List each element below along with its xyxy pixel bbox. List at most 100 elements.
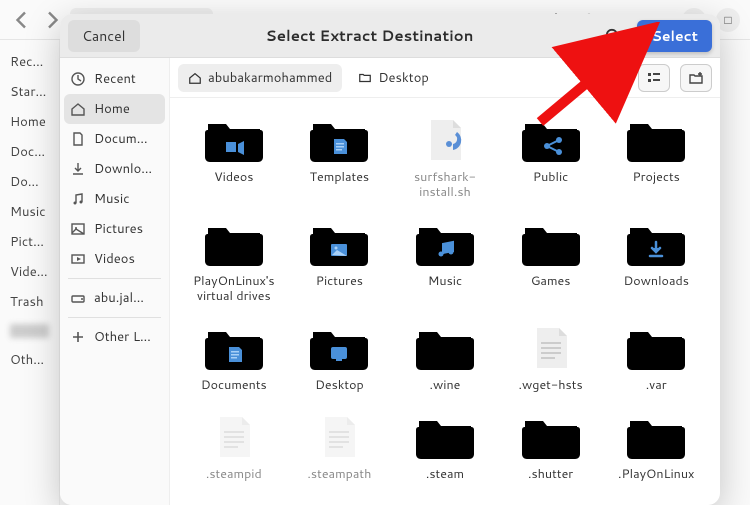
folder-icon [202, 114, 266, 166]
sidebar-item-music[interactable]: Music [60, 184, 169, 214]
folder-icon [202, 218, 266, 270]
folder-icon [307, 322, 371, 374]
item-label: Templates [310, 170, 370, 185]
grid-item[interactable]: .steam [397, 407, 493, 486]
item-label: .steam [426, 467, 464, 482]
search-icon[interactable] [599, 22, 627, 50]
item-label: Projects [632, 170, 679, 185]
folder-icon [202, 322, 266, 374]
item-label: Documents [201, 378, 267, 393]
bg-side-music[interactable]: Music [6, 198, 53, 226]
document-icon [70, 131, 86, 147]
bg-side-other[interactable]: Other Locations [6, 346, 53, 374]
file-faded-icon [202, 411, 266, 463]
folder-icon [624, 114, 688, 166]
dialog-header: Cancel Select Extract Destination Select [60, 14, 720, 58]
grid-item[interactable]: .steampid [186, 407, 282, 486]
grid-item[interactable]: Projects [608, 110, 704, 204]
folder-icon [519, 114, 583, 166]
home-icon [70, 101, 86, 117]
grid-item[interactable]: Videos [186, 110, 282, 204]
item-label: .wget-hsts [519, 378, 583, 393]
home-icon [188, 71, 202, 85]
sidebar-item-documents[interactable]: Docum… [60, 124, 169, 154]
clock-icon [70, 71, 86, 87]
item-label: Videos [214, 170, 253, 185]
item-label: surfshark-install.sh [401, 170, 489, 200]
back-button[interactable] [10, 8, 34, 32]
item-label: Downloads [623, 274, 688, 289]
folder-icon [624, 322, 688, 374]
bg-side-documents[interactable]: Documents [6, 138, 53, 166]
item-label: .wine [430, 378, 461, 393]
grid-item[interactable]: Downloads [608, 214, 704, 308]
bg-side-pictures[interactable]: Pictures [6, 228, 53, 256]
file-grid[interactable]: Videos Templates surfshark-install.sh Pu… [170, 98, 720, 505]
folder-icon [307, 218, 371, 270]
path-bar: abubakarmohammed Desktop [170, 58, 720, 98]
folder-icon [519, 218, 583, 270]
bg-side-downloads[interactable]: Downloads [6, 168, 53, 196]
grid-item[interactable]: Music [397, 214, 493, 308]
item-label: .steampath [307, 467, 371, 482]
grid-item[interactable]: .PlayOnLinux [608, 407, 704, 486]
grid-item[interactable]: .wget-hsts [503, 318, 599, 397]
sidebar-item-recent[interactable]: Recent [60, 64, 169, 94]
item-label: Pictures [316, 274, 363, 289]
dialog-main: abubakarmohammed Desktop Videos Template… [170, 58, 720, 505]
grid-item[interactable]: Templates [292, 110, 388, 204]
folder-icon [413, 411, 477, 463]
plus-icon [70, 329, 86, 345]
folder-icon [358, 71, 372, 85]
folder-icon [624, 218, 688, 270]
bg-side-videos[interactable]: Videos [6, 258, 53, 286]
crumb-user[interactable]: abubakarmohammed [178, 64, 342, 92]
folder-icon [519, 411, 583, 463]
folder-icon [413, 322, 477, 374]
sidebar-item-videos[interactable]: Videos [60, 244, 169, 274]
grid-item[interactable]: .wine [397, 318, 493, 397]
item-label: Games [531, 274, 571, 289]
sidebar-item-volume[interactable]: abu.jal… [60, 283, 169, 313]
crumb-current[interactable]: Desktop [348, 64, 439, 92]
item-label: Desktop [315, 378, 364, 393]
grid-item[interactable]: Desktop [292, 318, 388, 397]
image-icon [70, 221, 86, 237]
item-label: Music [428, 274, 462, 289]
item-label: .shutter [528, 467, 573, 482]
video-icon [70, 251, 86, 267]
file-icon [519, 322, 583, 374]
bg-side-trash[interactable]: Trash [6, 288, 53, 316]
grid-item[interactable]: PlayOnLinux's virtual drives [186, 214, 282, 308]
download-icon [70, 161, 86, 177]
grid-item[interactable]: Public [503, 110, 599, 204]
list-view-button[interactable] [638, 64, 670, 92]
music-icon [70, 191, 86, 207]
item-label: Public [533, 170, 568, 185]
sidebar-item-downloads[interactable]: Downlo… [60, 154, 169, 184]
bg-side-home[interactable]: Home [6, 108, 53, 136]
file-faded-icon [307, 411, 371, 463]
sidebar-item-home[interactable]: Home [64, 94, 165, 124]
script-icon [413, 114, 477, 166]
sidebar-item-other[interactable]: Other L… [60, 322, 169, 352]
folder-icon [624, 411, 688, 463]
drive-icon [70, 290, 86, 306]
grid-item[interactable]: Pictures [292, 214, 388, 308]
dialog-title: Select Extract Destination [150, 25, 590, 46]
grid-item[interactable]: .shutter [503, 407, 599, 486]
bg-side-recent[interactable]: Recent [6, 48, 53, 76]
cancel-button[interactable]: Cancel [68, 20, 140, 52]
grid-item[interactable]: Documents [186, 318, 282, 397]
grid-item[interactable]: Games [503, 214, 599, 308]
grid-item[interactable]: surfshark-install.sh [397, 110, 493, 204]
bg-side-starred[interactable]: Starred [6, 78, 53, 106]
grid-item[interactable]: .var [608, 318, 704, 397]
select-button[interactable]: Select [637, 20, 712, 52]
folder-icon [307, 114, 371, 166]
new-folder-button[interactable] [680, 64, 712, 92]
sidebar-item-pictures[interactable]: Pictures [60, 214, 169, 244]
item-label: .var [646, 378, 667, 393]
bg-side-blurred [10, 324, 49, 338]
grid-item[interactable]: .steampath [292, 407, 388, 486]
